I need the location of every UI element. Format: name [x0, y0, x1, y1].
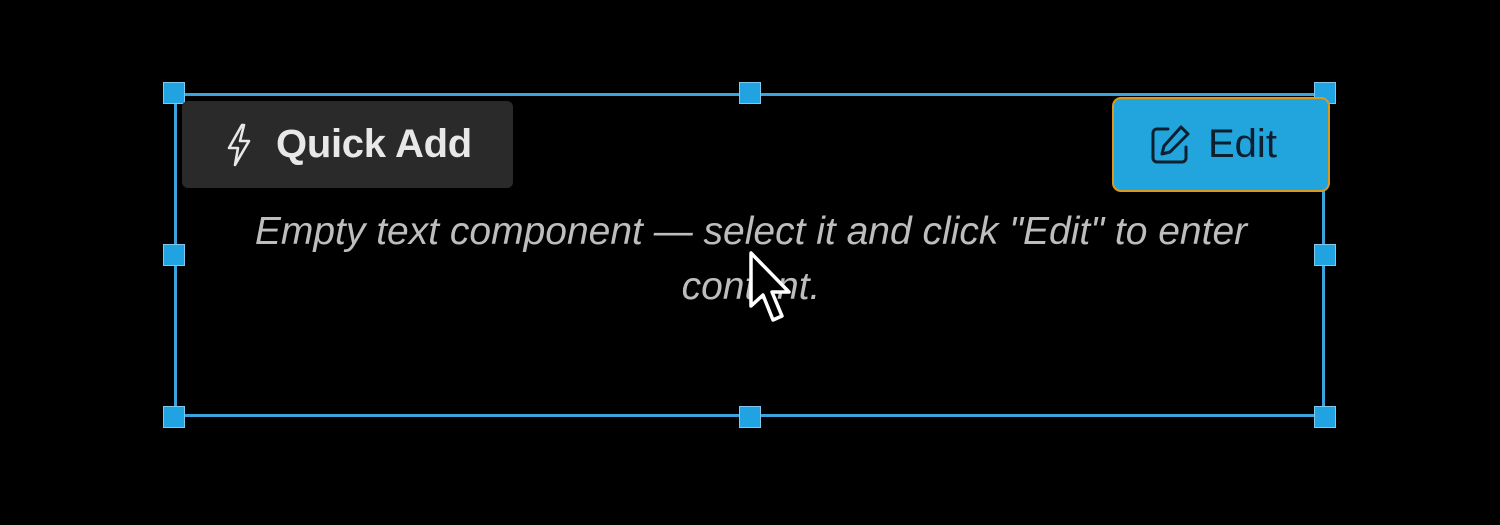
quick-add-label: Quick Add — [276, 122, 472, 166]
pencil-square-icon — [1151, 125, 1190, 163]
lightning-bolt-icon — [227, 123, 251, 166]
resize-handle-middle-left[interactable] — [163, 244, 185, 266]
resize-handle-bottom-left[interactable] — [163, 406, 185, 428]
edit-button[interactable]: Edit — [1112, 97, 1330, 192]
resize-handle-top-middle[interactable] — [739, 82, 761, 104]
resize-handle-bottom-middle[interactable] — [739, 406, 761, 428]
quick-add-button[interactable]: Quick Add — [182, 101, 513, 188]
edit-label: Edit — [1208, 122, 1277, 166]
resize-handle-bottom-right[interactable] — [1314, 406, 1336, 428]
resize-handle-top-left[interactable] — [163, 82, 185, 104]
mouse-pointer-icon — [749, 251, 791, 322]
canvas: Quick Add Edit Empty text component — se… — [0, 0, 1500, 525]
resize-handle-middle-right[interactable] — [1314, 244, 1336, 266]
